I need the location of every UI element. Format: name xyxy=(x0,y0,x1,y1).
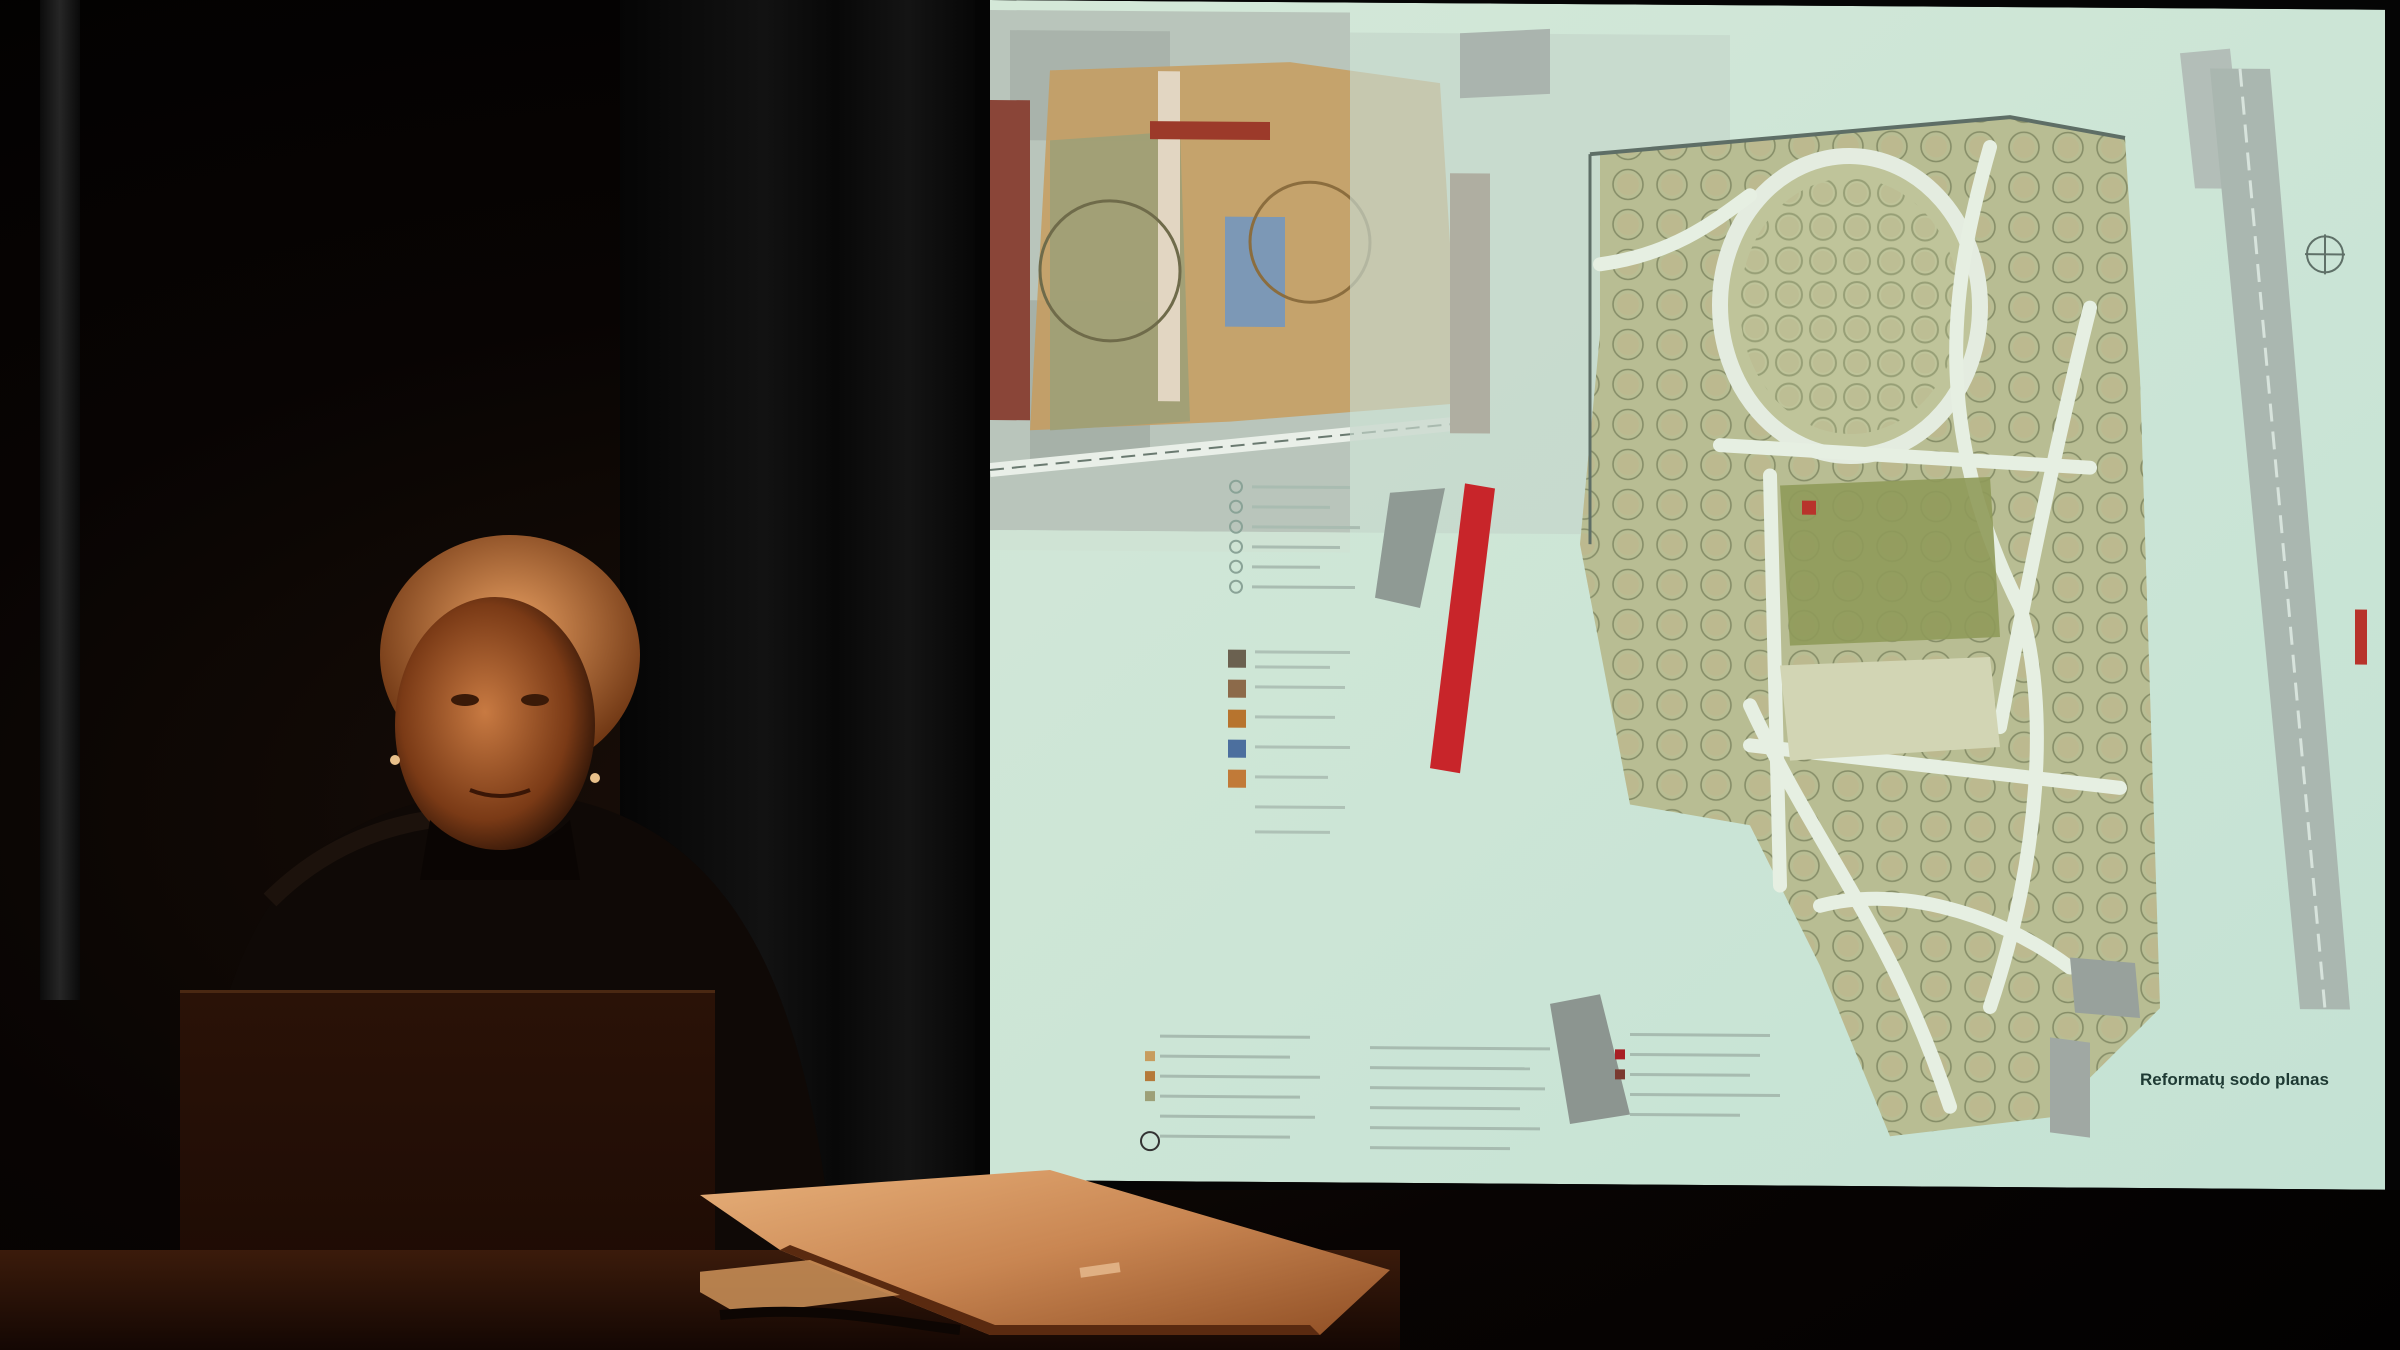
face xyxy=(395,597,595,853)
photo-scene: Reformatų sodo planas xyxy=(0,0,2400,1350)
stage-pole xyxy=(40,0,80,1000)
plan-caption: Reformatų sodo planas xyxy=(2140,1070,2329,1089)
projected-site-plan xyxy=(990,0,2385,1190)
earring xyxy=(390,755,400,765)
closed-laptop xyxy=(700,1170,1390,1335)
